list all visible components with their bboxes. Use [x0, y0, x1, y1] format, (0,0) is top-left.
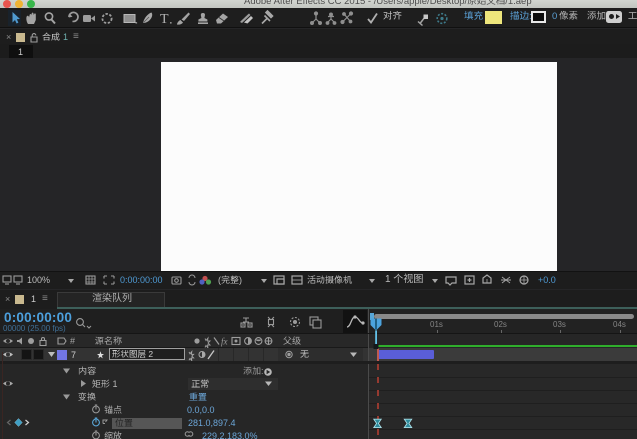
svg-text:T: T [160, 12, 169, 27]
svg-text:fx: fx [221, 337, 228, 347]
